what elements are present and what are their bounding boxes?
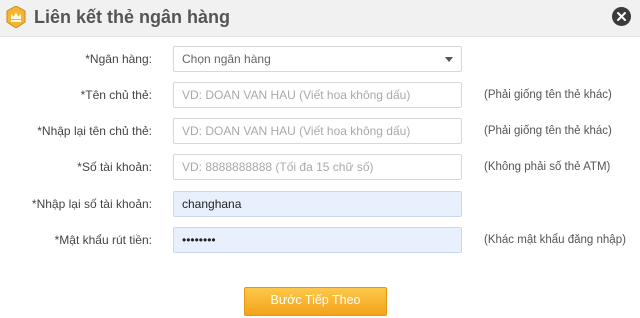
holder-name-confirm-label: *Nhập lại tên chủ thẻ: [37,124,152,138]
holder-name-input[interactable] [173,82,462,108]
bank-row: *Ngân hàng: Chọn ngân hàng [0,46,640,72]
account-number-confirm-input[interactable] [173,191,462,217]
withdraw-password-hint: (Khác mật khẩu đăng nhập) [484,234,626,246]
account-number-label: *Số tài khoản: [77,160,152,174]
holder-name-row: *Tên chủ thẻ: (Phải giống tên thẻ khác) [0,82,640,108]
dialog-title: Liên kết thẻ ngân hàng [34,7,231,27]
bank-select[interactable]: Chọn ngân hàng [173,46,462,72]
account-number-hint: (Không phải số thẻ ATM) [484,161,611,173]
account-number-row: *Số tài khoản: (Không phải số thẻ ATM) [0,154,640,180]
close-button[interactable] [612,7,631,26]
close-icon [617,12,626,21]
withdraw-password-row: *Mật khẩu rút tiền: (Khác mật khẩu đăng … [0,227,640,253]
holder-name-label: *Tên chủ thẻ: [80,88,152,102]
crown-logo-icon [6,5,26,29]
next-step-button[interactable]: Bước Tiếp Theo [244,287,387,316]
holder-name-confirm-input[interactable] [173,118,462,144]
bank-link-dialog: Liên kết thẻ ngân hàng *Ngân hàng: Chọn … [0,0,640,318]
withdraw-password-label: *Mật khẩu rút tiền: [54,233,152,247]
chevron-down-icon [445,57,453,62]
account-number-confirm-label: *Nhập lại số tài khoản: [31,197,152,211]
dialog-header: Liên kết thẻ ngân hàng [0,0,640,37]
bank-label: *Ngân hàng: [85,52,152,66]
holder-name-hint: (Phải giống tên thẻ khác) [484,89,612,101]
withdraw-password-input[interactable] [173,227,462,253]
account-number-confirm-row: *Nhập lại số tài khoản: [0,191,640,217]
account-number-input[interactable] [173,154,462,180]
holder-name-confirm-hint: (Phải giống tên thẻ khác) [484,125,612,137]
bank-select-value: Chọn ngân hàng [182,52,271,66]
holder-name-confirm-row: *Nhập lại tên chủ thẻ: (Phải giống tên t… [0,118,640,144]
